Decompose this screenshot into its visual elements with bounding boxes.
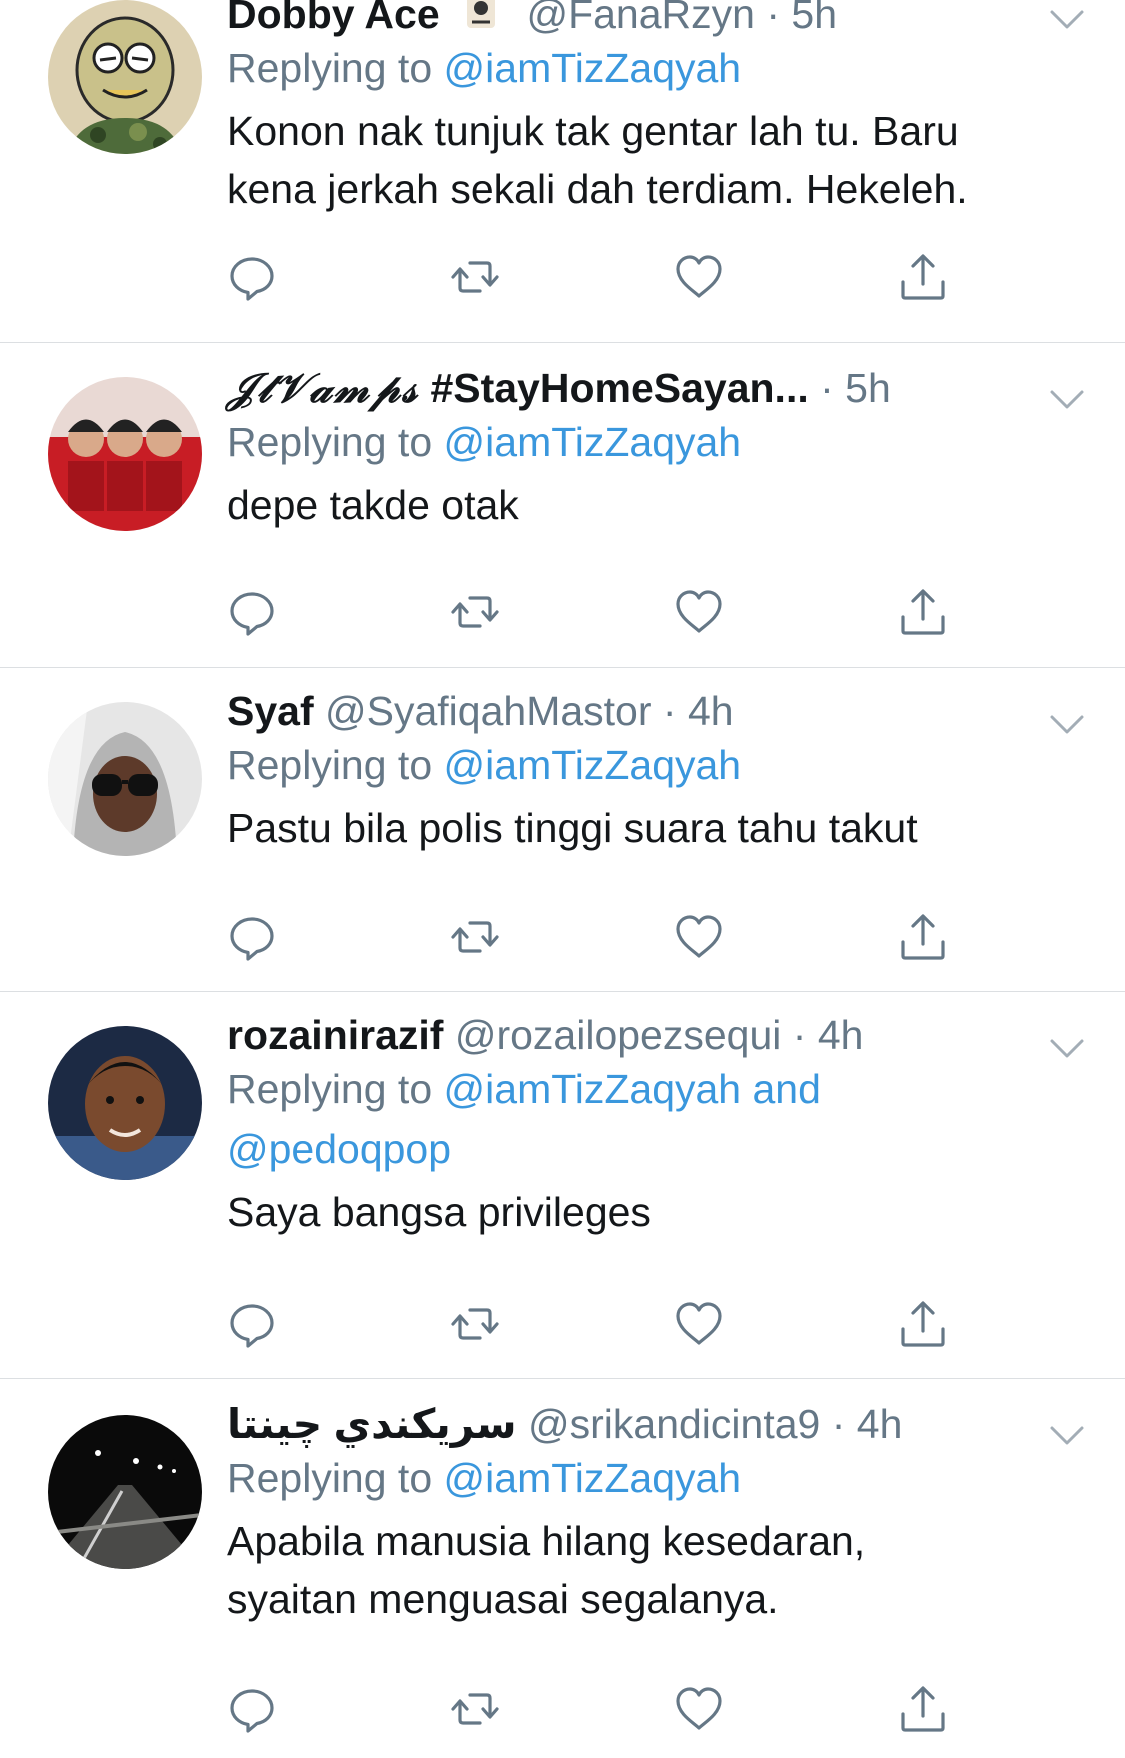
- mention-link[interactable]: @iamTizZaqyah: [444, 742, 742, 788]
- tweet-text-line: depe takde otak: [227, 482, 519, 528]
- retweet-icon[interactable]: [450, 587, 500, 637]
- tweet-header: سريكندي چينتا @srikandicinta9 · 4h: [227, 1400, 1085, 1448]
- tweet-reply[interactable]: 𝒥𝓉𝒱𝒶𝓂𝓅𝓈 #StayHomeSayan... · 5h Replying …: [0, 342, 1125, 668]
- action-bar: [227, 1684, 957, 1734]
- display-name[interactable]: rozainirazif: [227, 1012, 443, 1058]
- tweet-time: · 4h: [831, 1401, 903, 1447]
- share-icon[interactable]: [898, 587, 948, 637]
- tweet-text: Saya bangsa privileges: [227, 1183, 1085, 1241]
- chevron-down-icon[interactable]: [1049, 1424, 1085, 1448]
- chevron-down-icon[interactable]: [1049, 713, 1085, 737]
- share-icon[interactable]: [898, 252, 948, 302]
- display-name[interactable]: #StayHomeSayan...: [430, 365, 808, 411]
- emoji-icon: [461, 0, 501, 32]
- share-icon[interactable]: [898, 1299, 948, 1349]
- tweet-text-line: Pastu bila polis tinggi suara tahu takut: [227, 805, 918, 851]
- user-handle[interactable]: @rozailopezsequi: [455, 1012, 782, 1058]
- tweet-text-line: Apabila manusia hilang kesedaran,: [227, 1518, 866, 1564]
- chevron-down-icon[interactable]: [1049, 388, 1085, 412]
- retweet-icon[interactable]: [450, 1299, 500, 1349]
- share-icon[interactable]: [898, 1684, 948, 1734]
- tweet-reply[interactable]: rozainirazif @rozailopezsequi · 4h Reply…: [0, 991, 1125, 1379]
- mention-link[interactable]: @iamTizZaqyah and: [444, 1066, 821, 1112]
- replying-to: Replying to @iamTizZaqyah: [227, 38, 1085, 98]
- action-bar: [227, 912, 957, 962]
- tweet-time: · 5h: [766, 0, 837, 37]
- tweet-time: · 4h: [792, 1012, 864, 1058]
- tweet-text: Apabila manusia hilang kesedaran, syaita…: [227, 1512, 1085, 1628]
- mention-link[interactable]: @iamTizZaqyah: [444, 1455, 742, 1501]
- replying-prefix: Replying to: [227, 419, 433, 465]
- heart-icon[interactable]: [674, 1299, 724, 1349]
- chevron-down-icon[interactable]: [1049, 1037, 1085, 1061]
- display-name[interactable]: سريكندي چينتا: [227, 1401, 517, 1447]
- heart-icon[interactable]: [674, 252, 724, 302]
- reply-feed: Dobby Ace @FanaRzyn · 5h Replying to @ia…: [0, 0, 1125, 1752]
- avatar[interactable]: [48, 0, 202, 154]
- retweet-icon[interactable]: [450, 1684, 500, 1734]
- replying-prefix: Replying to: [227, 742, 433, 788]
- heart-icon[interactable]: [674, 587, 724, 637]
- reply-icon[interactable]: [227, 1684, 277, 1734]
- avatar[interactable]: [48, 377, 202, 531]
- replying-to: Replying to @iamTizZaqyah: [227, 412, 1085, 472]
- replying-to: Replying to @iamTizZaqyah: [227, 735, 1085, 795]
- chevron-down-icon[interactable]: [1049, 8, 1085, 32]
- user-handle[interactable]: @FanaRzyn: [526, 0, 754, 37]
- mention-link[interactable]: @pedoqpop: [227, 1119, 1085, 1179]
- mention-link[interactable]: @iamTizZaqyah: [444, 45, 742, 91]
- reply-icon[interactable]: [227, 1299, 277, 1349]
- tweet-header: Syaf @SyafiqahMastor · 4h: [227, 687, 1085, 735]
- tweet-text-line: kena jerkah sekali dah terdiam. Hekeleh.: [227, 166, 968, 212]
- heart-icon[interactable]: [674, 912, 724, 962]
- share-icon[interactable]: [898, 912, 948, 962]
- tweet-header: rozainirazif @rozailopezsequi · 4h: [227, 1011, 1085, 1059]
- mention-link[interactable]: @iamTizZaqyah: [444, 419, 742, 465]
- retweet-icon[interactable]: [450, 252, 500, 302]
- display-name[interactable]: Dobby Ace: [227, 0, 440, 37]
- replying-prefix: Replying to: [227, 1066, 433, 1112]
- replying-to: Replying to @iamTizZaqyah and @pedoqpop: [227, 1059, 1085, 1179]
- tweet-time: · 4h: [662, 688, 734, 734]
- user-handle[interactable]: @SyafiqahMastor: [325, 688, 651, 734]
- tweet-reply[interactable]: Syaf @SyafiqahMastor · 4h Replying to @i…: [0, 667, 1125, 992]
- tweet-header: Dobby Ace @FanaRzyn · 5h: [227, 0, 1085, 38]
- tweet-text: Pastu bila polis tinggi suara tahu takut: [227, 799, 1085, 857]
- user-handle[interactable]: @srikandicinta9: [528, 1401, 820, 1447]
- avatar[interactable]: [48, 1026, 202, 1180]
- action-bar: [227, 1299, 957, 1349]
- retweet-icon[interactable]: [450, 912, 500, 962]
- replying-prefix: Replying to: [227, 1455, 433, 1501]
- heart-icon[interactable]: [674, 1684, 724, 1734]
- display-name[interactable]: Syaf: [227, 688, 314, 734]
- avatar[interactable]: [48, 1415, 202, 1569]
- replying-prefix: Replying to: [227, 45, 433, 91]
- tweet-header: 𝒥𝓉𝒱𝒶𝓂𝓅𝓈 #StayHomeSayan... · 5h: [227, 364, 1085, 412]
- tweet-reply[interactable]: سريكندي چينتا @srikandicinta9 · 4h Reply…: [0, 1378, 1125, 1758]
- tweet-text-line: Saya bangsa privileges: [227, 1189, 651, 1235]
- tweet-text-line: Konon nak tunjuk tak gentar lah tu. Baru: [227, 108, 959, 154]
- action-bar: [227, 252, 957, 302]
- action-bar: [227, 587, 957, 637]
- reply-icon[interactable]: [227, 587, 277, 637]
- tweet-text: Konon nak tunjuk tak gentar lah tu. Baru…: [227, 102, 1085, 218]
- tweet-text: depe takde otak: [227, 476, 1085, 534]
- tweet-time: · 5h: [820, 365, 891, 411]
- display-name-stylized[interactable]: 𝒥𝓉𝒱𝒶𝓂𝓅𝓈: [227, 364, 419, 412]
- replying-to: Replying to @iamTizZaqyah: [227, 1448, 1085, 1508]
- tweet-text-line: syaitan menguasai segalanya.: [227, 1576, 779, 1622]
- avatar[interactable]: [48, 702, 202, 856]
- reply-icon[interactable]: [227, 252, 277, 302]
- tweet-reply[interactable]: Dobby Ace @FanaRzyn · 5h Replying to @ia…: [0, 0, 1125, 343]
- reply-icon[interactable]: [227, 912, 277, 962]
